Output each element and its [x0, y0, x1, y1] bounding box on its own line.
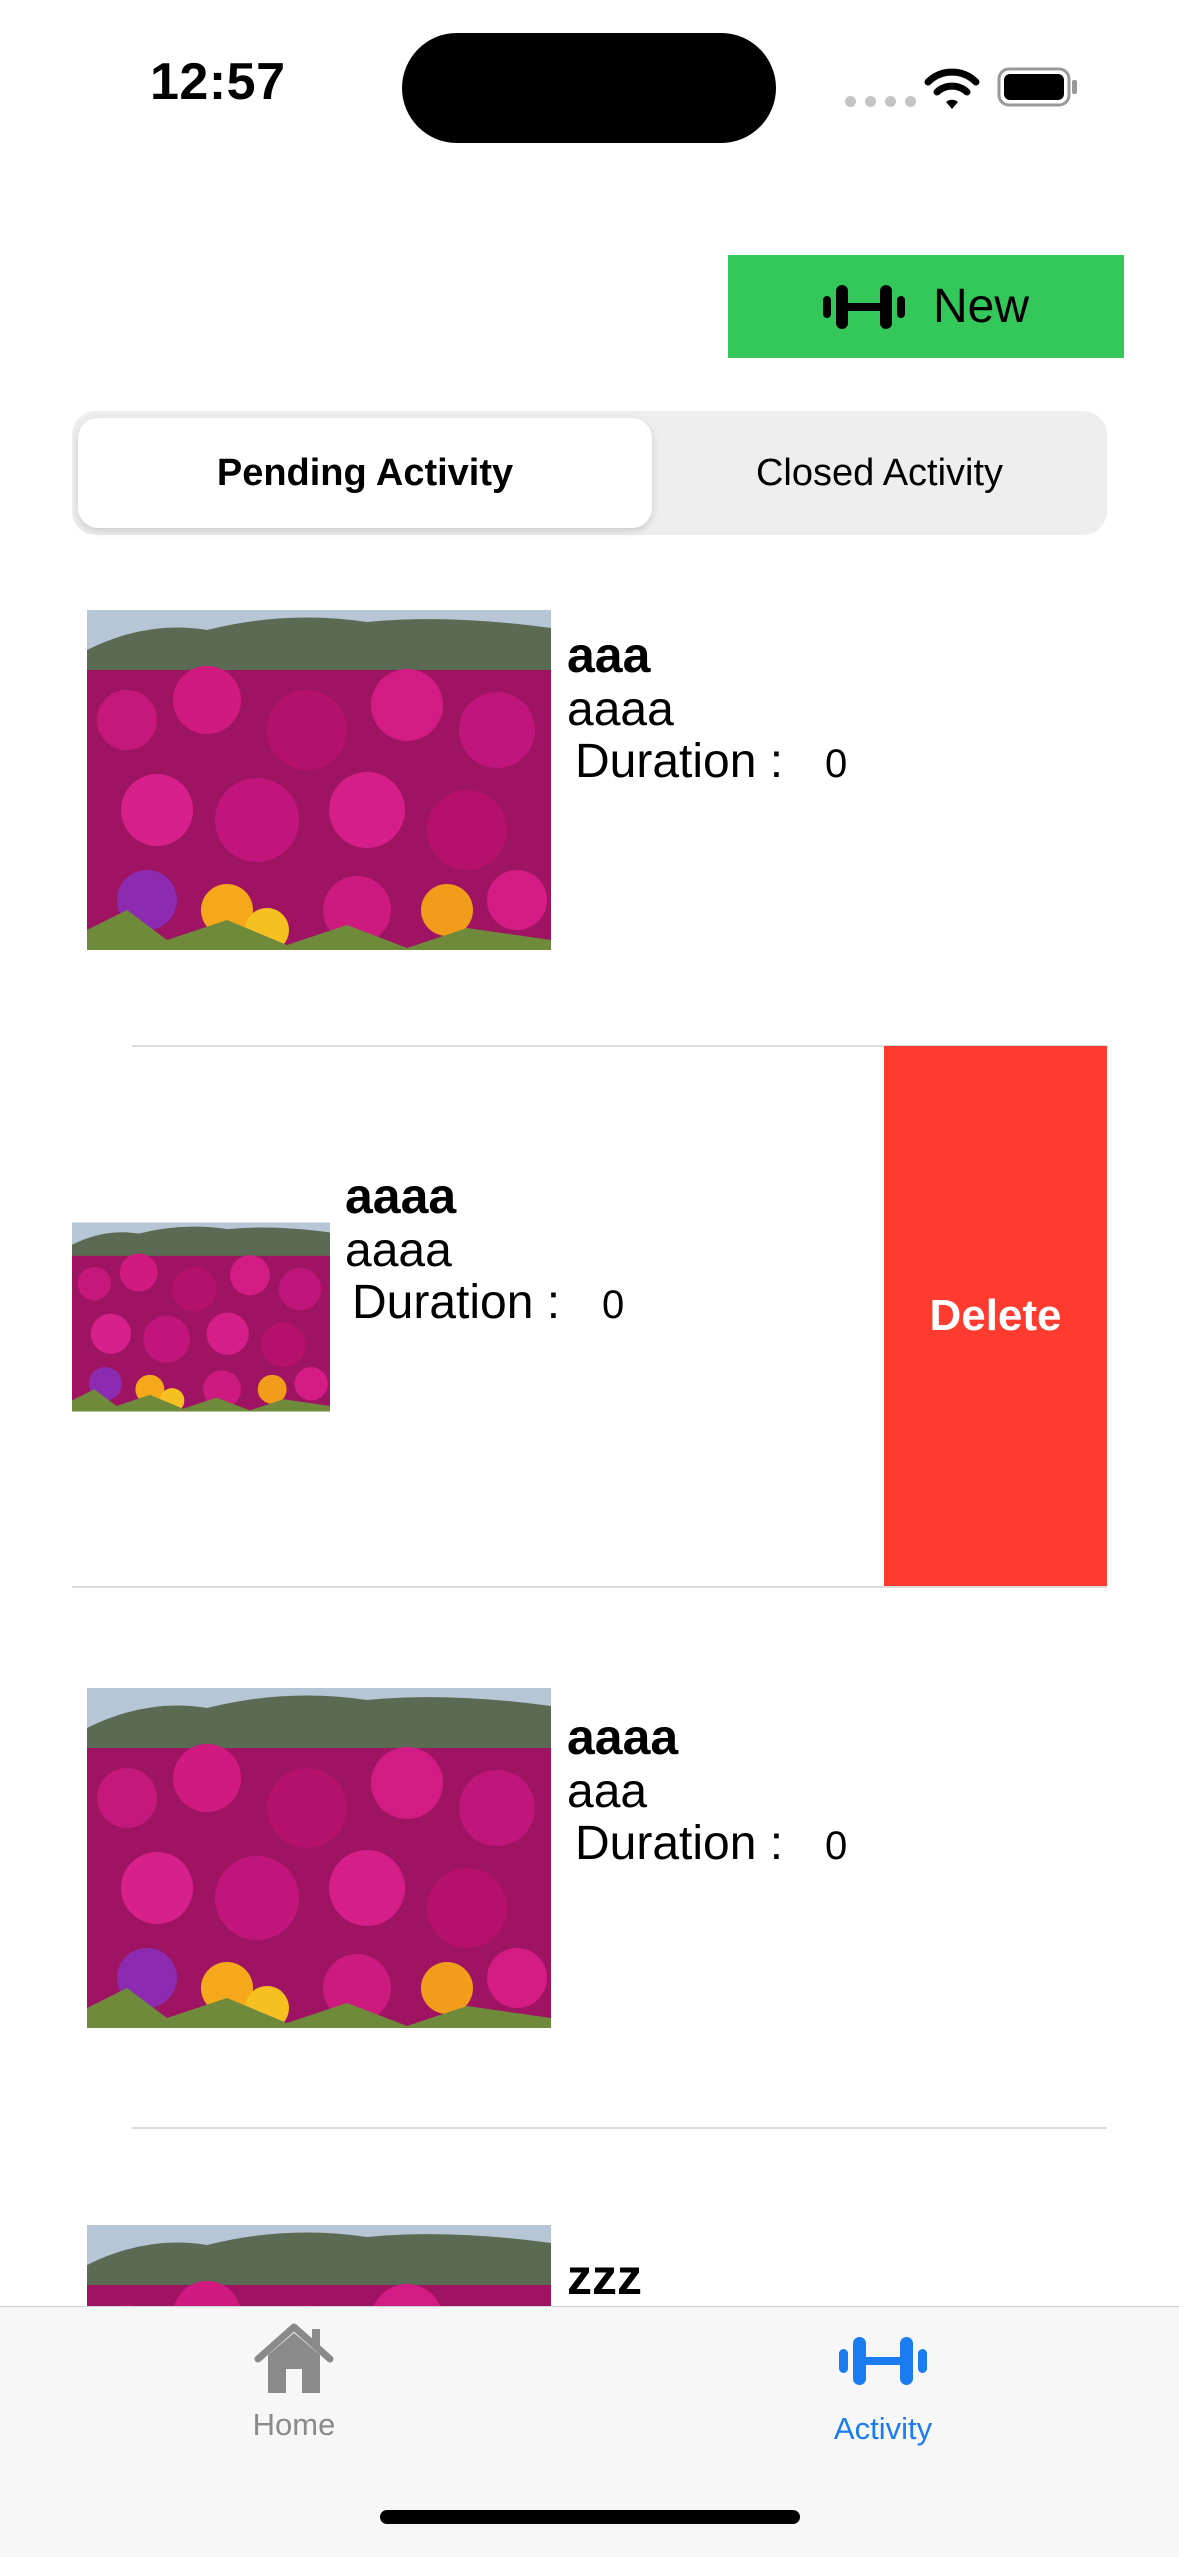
dumbbell-icon [839, 2337, 927, 2385]
segment-pending-activity[interactable]: Pending Activity [78, 418, 652, 528]
delete-label: Delete [929, 1291, 1062, 1340]
activity-subtitle: aaa [567, 1765, 648, 1818]
tab-activity-label: Activity [833, 2411, 933, 2446]
activity-title: aaa [567, 627, 651, 683]
segment-pending-label: Pending Activity [216, 451, 514, 494]
battery-icon [997, 67, 1077, 107]
cellular-signal-icon [845, 96, 916, 107]
duration-label: Duration : [352, 1276, 561, 1329]
activity-thumbnail [87, 610, 551, 950]
dynamic-island [402, 33, 776, 143]
activity-segmented-control: Pending Activity Closed Activity [72, 411, 1107, 535]
activity-subtitle: aaaa [567, 683, 674, 736]
activity-thumbnail [87, 1684, 551, 2032]
activity-title: aaaa [345, 1168, 457, 1224]
house-icon [254, 2323, 334, 2393]
duration-label: Duration : [575, 735, 784, 788]
tab-home[interactable]: Home [144, 2321, 444, 2443]
home-indicator [380, 2510, 800, 2524]
duration-value: 0 [602, 1283, 625, 1327]
activity-thumbnail [87, 2225, 551, 2306]
duration-value: 0 [825, 742, 848, 786]
duration-label: Duration : [575, 1817, 784, 1870]
dumbbell-icon [822, 284, 905, 329]
activity-subtitle: aaaa [345, 1224, 452, 1277]
wifi-icon [924, 68, 980, 109]
duration-value: 0 [825, 1824, 848, 1868]
row-separator [72, 1586, 1107, 1588]
tab-home-label: Home [252, 2407, 336, 2442]
segment-closed-activity[interactable]: Closed Activity [658, 418, 1101, 528]
status-time: 12:57 [150, 53, 286, 111]
tab-activity[interactable]: Activity [733, 2335, 1033, 2447]
new-button-label: New [932, 280, 1030, 333]
delete-button[interactable]: Delete [884, 1046, 1107, 1586]
activity-thumbnail [72, 1143, 330, 1491]
row-separator [132, 2127, 1107, 2129]
activity-title: zzz [567, 2249, 642, 2305]
segment-closed-label: Closed Activity [755, 451, 1004, 494]
activity-title: aaaa [567, 1709, 679, 1765]
new-activity-button[interactable]: New [728, 255, 1124, 358]
